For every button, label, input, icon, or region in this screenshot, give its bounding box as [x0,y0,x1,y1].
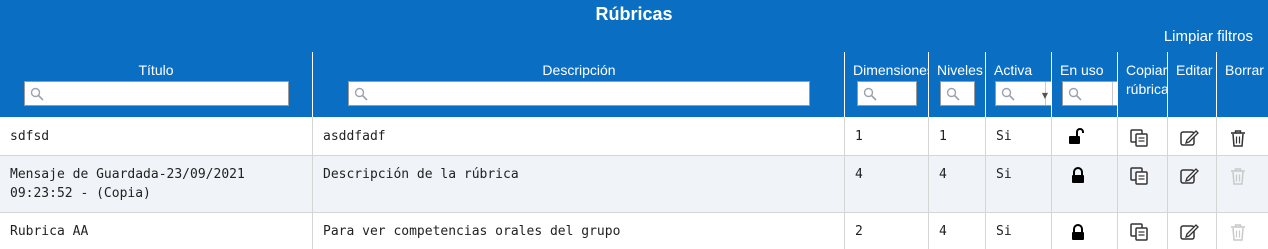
edit-cell [1167,213,1217,249]
copy-icon[interactable] [1129,166,1149,186]
dimensiones-filter-input[interactable] [857,81,917,106]
edit-cell [1167,117,1217,155]
search-icon [863,87,877,101]
clear-filters-link[interactable]: Limpiar filtros [1164,28,1253,46]
search-icon [1001,87,1015,101]
search-icon [946,87,960,101]
activa-text: Si [996,129,1012,144]
trash-icon [1231,224,1245,241]
column-header-en-uso[interactable]: En uso [1051,52,1118,117]
edit-cell [1167,156,1217,212]
lock-icon [1072,167,1084,183]
page-title: Rúbricas [595,4,673,24]
search-icon [30,87,44,101]
search-icon [1068,87,1082,101]
column-label-descripcion: Descripción [542,62,616,78]
chevron-down-icon: ▼ [1041,91,1048,100]
column-label-copiar: Copiar rúbrica [1126,62,1168,97]
delete-cell [1216,156,1268,212]
dimensiones-text: 2 [855,224,863,239]
column-header-niveles[interactable]: Niveles [928,52,986,117]
en-uso-filter-select[interactable] [1062,81,1118,106]
activa-text: Si [996,224,1012,239]
table-row[interactable]: Rubrica AA Para ver competencias orales … [0,213,1268,249]
column-header-borrar[interactable]: Borrar [1216,52,1268,117]
trash-icon [1231,168,1245,185]
edit-icon[interactable] [1179,166,1199,186]
descripcion-cell: Descripción de la rúbrica [312,156,845,212]
descripcion-text: Descripción de la rúbrica [323,167,519,182]
activa-cell: Si [985,213,1052,249]
column-header-editar[interactable]: Editar [1167,52,1217,117]
dimensiones-text: 4 [855,167,863,182]
edit-icon[interactable] [1179,128,1199,148]
copy-icon[interactable] [1129,128,1149,148]
niveles-text: 4 [939,167,947,182]
niveles-cell: 4 [928,213,986,249]
copy-cell [1117,213,1168,249]
column-label-en-uso: En uso [1060,62,1104,78]
copy-cell [1117,117,1168,155]
en-uso-cell [1051,156,1118,212]
column-header-copiar[interactable]: Copiar rúbrica [1117,52,1168,117]
column-header-descripcion[interactable]: Descripción [312,52,845,117]
en-uso-cell [1051,213,1118,249]
niveles-cell: 4 [928,156,986,212]
table-row[interactable]: sdfsd asddfadf 1 1 Si [0,117,1268,156]
niveles-cell: 1 [928,117,986,155]
delete-cell [1216,117,1268,155]
dimensiones-text: 1 [855,129,863,144]
copy-icon[interactable] [1129,222,1149,242]
descripcion-text: asddfadf [323,129,386,144]
niveles-text: 4 [939,224,947,239]
activa-cell: Si [985,117,1052,155]
column-label-editar: Editar [1176,62,1213,78]
column-label-titulo: Título [138,62,174,78]
titulo-cell: sdfsd [10,129,50,144]
column-header-titulo[interactable]: Título [0,52,312,117]
dimensiones-cell: 2 [844,213,929,249]
column-header-dimensiones[interactable]: Dimensiones [844,52,929,117]
activa-text: Si [996,167,1012,182]
column-label-activa: Activa [994,62,1033,78]
search-icon [354,87,368,101]
niveles-text: 1 [939,129,947,144]
delete-cell [1216,213,1268,249]
titulo-cell: Rubrica AA [10,224,89,239]
table-row[interactable]: Mensaje de Guardada-23/09/2021 09:23:52 … [0,156,1268,213]
trash-icon[interactable] [1228,128,1248,148]
niveles-filter-input[interactable] [940,81,975,106]
column-label-borrar: Borrar [1225,62,1264,78]
activa-filter-select[interactable]: ▼ [995,81,1052,106]
select-divider [1112,82,1113,105]
titulo-filter-input[interactable] [24,81,289,106]
titulo-cell-line2: 09:23:52 - (Copia) [10,186,151,201]
descripcion-cell: Para ver competencias orales del grupo [312,213,845,249]
titulo-cell-line1: Mensaje de Guardada-23/09/2021 [10,167,245,182]
dimensiones-cell: 1 [844,117,929,155]
copy-cell [1117,156,1168,212]
select-divider: ▼ [1041,82,1048,105]
en-uso-cell [1051,117,1118,155]
descripcion-text: Para ver competencias orales del grupo [323,224,621,239]
lock-icon [1072,224,1084,240]
lock-open-icon [1069,128,1084,144]
dimensiones-cell: 4 [844,156,929,212]
column-label-dimensiones: Dimensiones [853,62,929,78]
edit-icon[interactable] [1179,222,1199,242]
descripcion-cell: asddfadf [312,117,845,155]
column-label-niveles: Niveles [937,62,983,78]
descripcion-filter-input[interactable] [348,81,810,106]
column-header-activa[interactable]: Activa ▼ [985,52,1052,117]
activa-cell: Si [985,156,1052,212]
